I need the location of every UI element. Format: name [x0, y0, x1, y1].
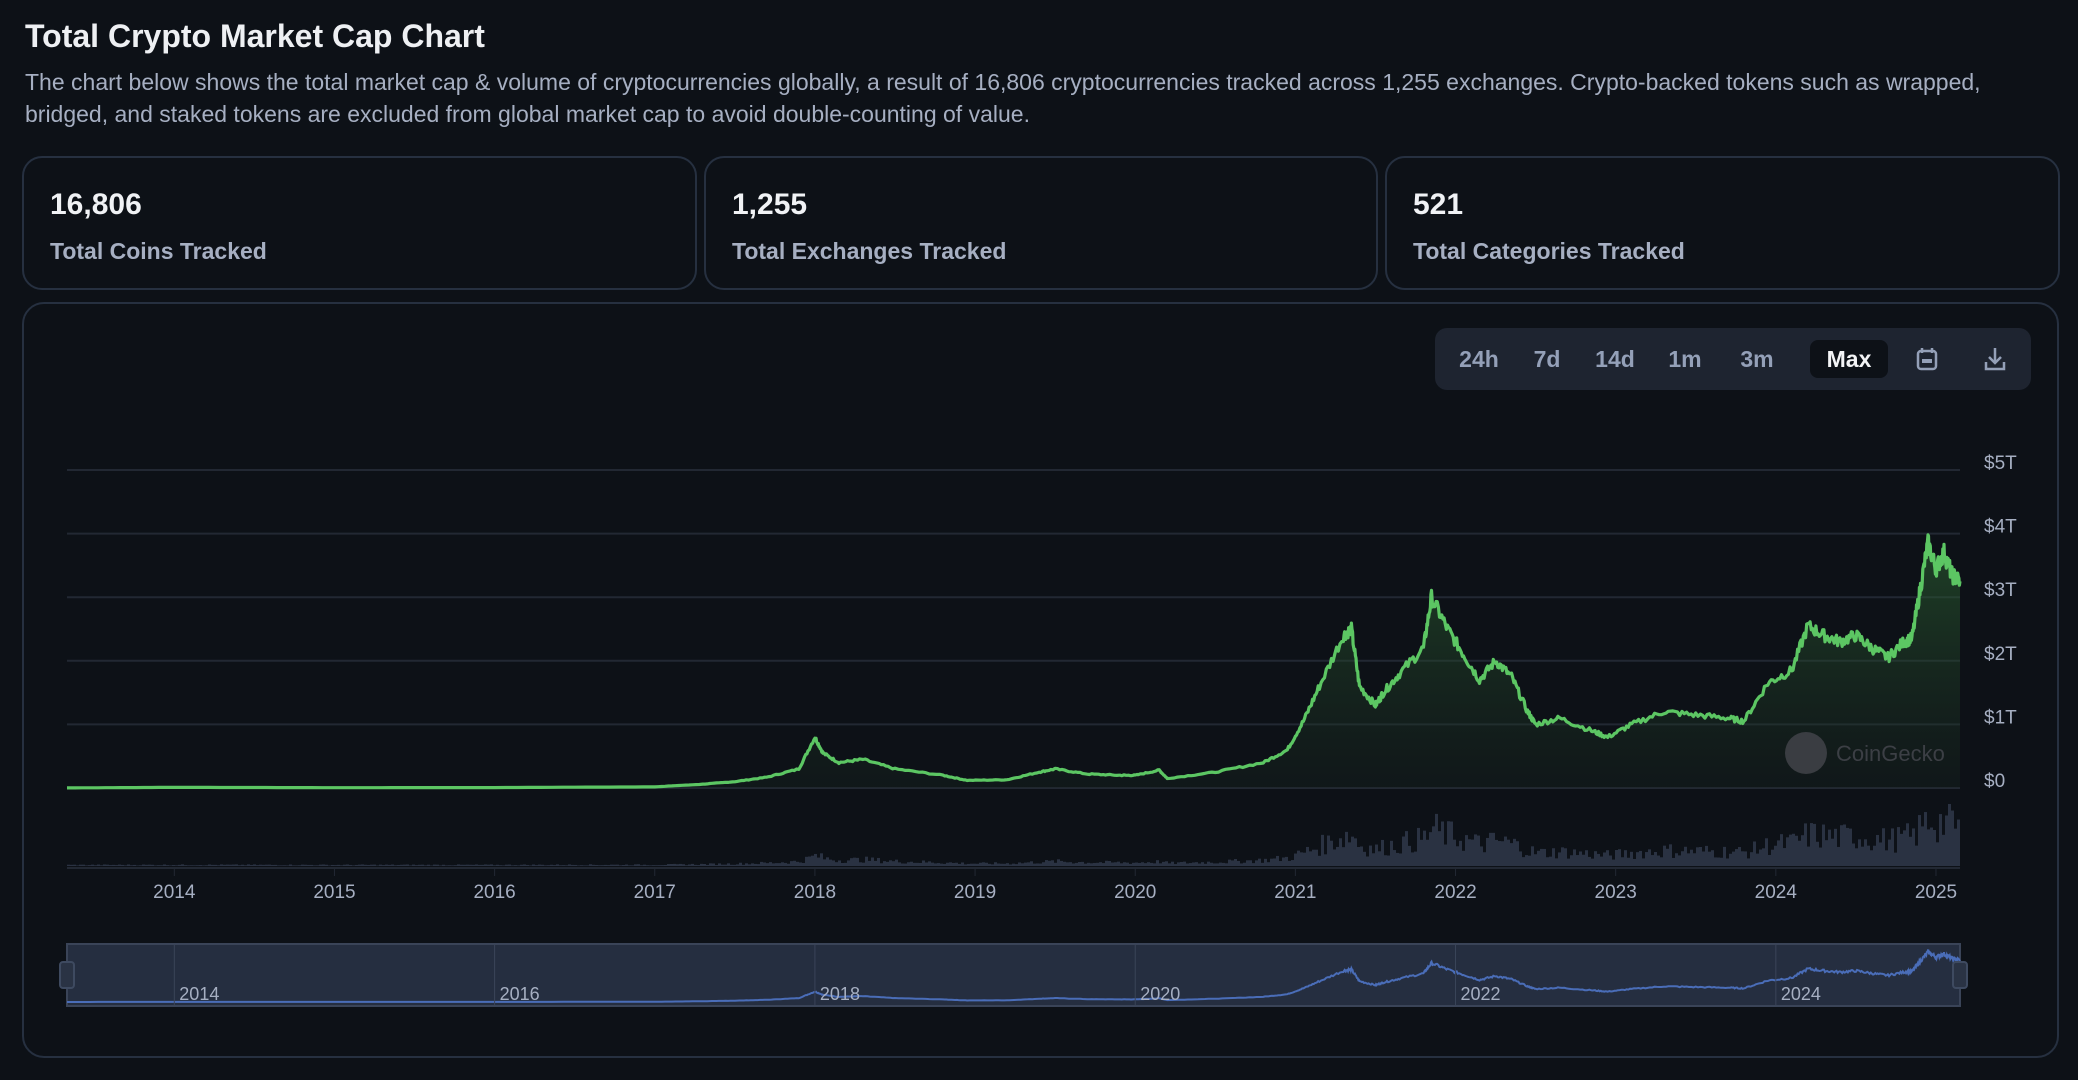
range-7d-button[interactable]: 7d	[1521, 340, 1573, 378]
stat-card-coins: 16,806 Total Coins Tracked	[22, 156, 697, 290]
stat-value: 521	[1413, 188, 1464, 221]
download-icon[interactable]	[1978, 342, 2012, 376]
stat-card-categories: 521 Total Categories Tracked	[1385, 156, 2060, 290]
page-description: The chart below shows the total market c…	[25, 69, 1981, 127]
range-1m-button[interactable]: 1m	[1657, 340, 1713, 378]
range-24h-button[interactable]: 24h	[1447, 340, 1511, 378]
chart-toolbar: 24h 7d 14d 1m 3m Max	[1435, 328, 2031, 390]
range-max-button[interactable]: Max	[1810, 340, 1888, 378]
range-3m-button[interactable]: 3m	[1727, 340, 1787, 378]
stat-card-exchanges: 1,255 Total Exchanges Tracked	[704, 156, 1378, 290]
calendar-icon[interactable]	[1910, 342, 1944, 376]
stat-label: Total Exchanges Tracked	[732, 238, 1007, 264]
page-title: Total Crypto Market Cap Chart	[25, 18, 485, 54]
chart-panel	[22, 302, 2059, 1058]
stat-value: 1,255	[732, 188, 808, 221]
range-14d-button[interactable]: 14d	[1583, 340, 1647, 378]
stat-label: Total Categories Tracked	[1413, 238, 1685, 264]
stat-label: Total Coins Tracked	[50, 238, 267, 264]
stat-value: 16,806	[50, 188, 142, 221]
